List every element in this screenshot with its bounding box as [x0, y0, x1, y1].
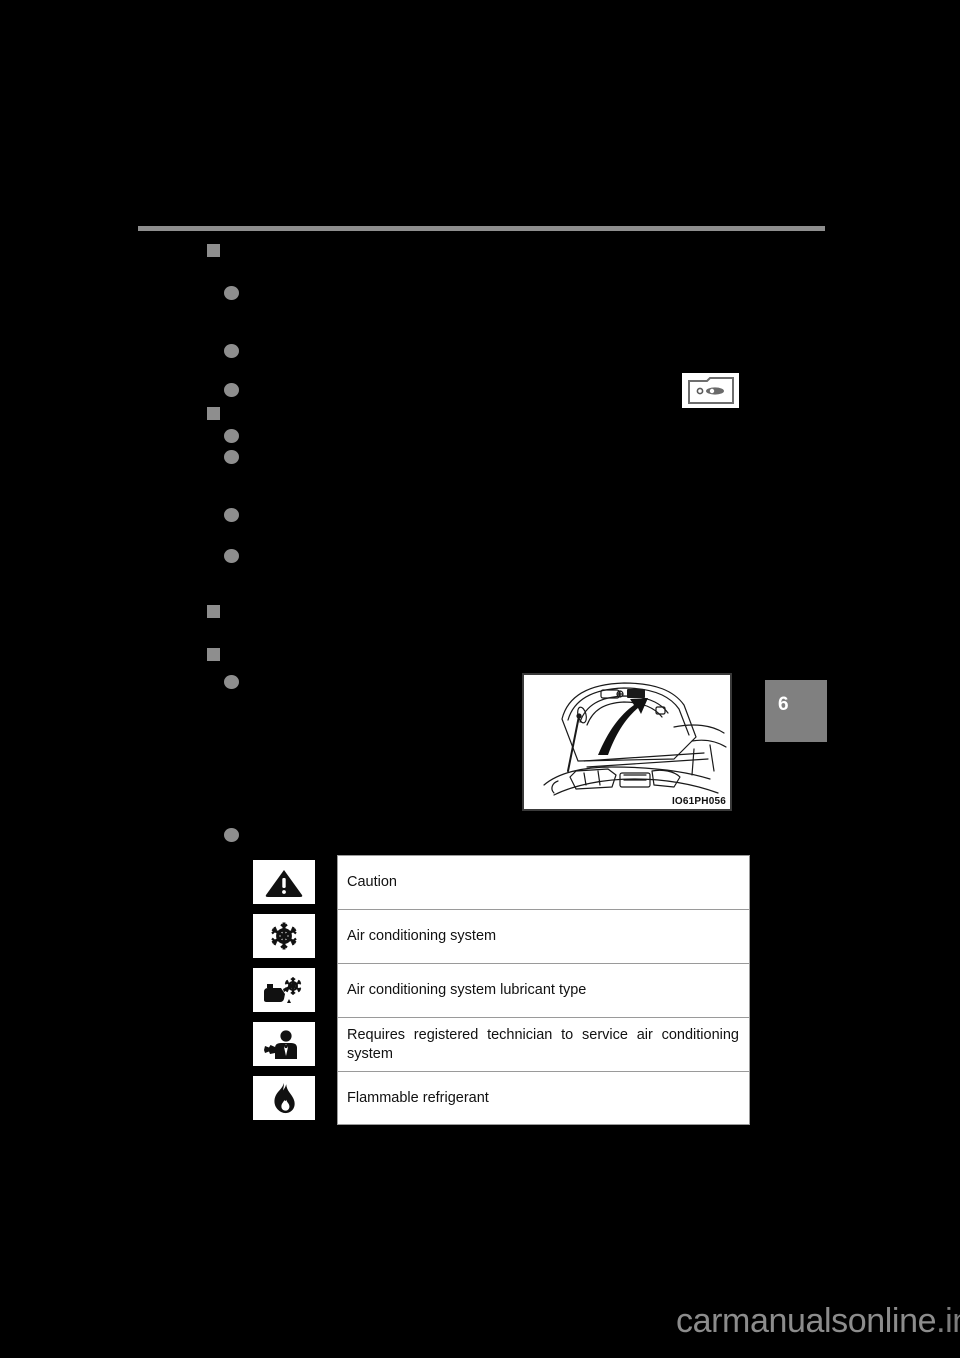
list-bullet-circle [224, 549, 239, 563]
watermark-main: carmanualsonline [676, 1302, 937, 1340]
symbol-description: Air conditioning system [337, 909, 750, 963]
watermark-suffix: .info [936, 1302, 960, 1340]
figure-code: IO61PH056 [671, 796, 726, 807]
section-bullet-square [207, 605, 220, 618]
page-number: 6 [778, 694, 789, 715]
oil-can-snowflake-icon [253, 968, 315, 1012]
symbol-row-spacer [315, 1071, 337, 1125]
symbol-table-row: Flammable refrigerant [253, 1071, 750, 1126]
symbol-row-spacer [315, 909, 337, 963]
symbol-table-row: Air conditioning system [253, 909, 750, 963]
symbol-row-spacer [315, 855, 337, 909]
symbol-description: Caution [337, 855, 750, 909]
manual-page: IO61PH056 6 Caution Air conditioning syst… [0, 0, 960, 1358]
list-bullet-circle [224, 675, 239, 689]
list-bullet-circle [224, 383, 239, 397]
list-bullet-circle [224, 450, 239, 464]
hood-label-sticker-icon [682, 373, 739, 408]
page-number-tab: 6 [765, 680, 827, 742]
list-bullet-circle [224, 429, 239, 443]
symbol-description: Requires registered technician to servic… [337, 1017, 750, 1072]
section-bullet-square [207, 407, 220, 420]
symbol-table-row: Air conditioning system lubricant type [253, 963, 750, 1017]
symbol-description: Flammable refrigerant [337, 1071, 750, 1126]
list-bullet-circle [224, 508, 239, 522]
header-divider [138, 226, 825, 231]
list-bullet-circle [224, 286, 239, 300]
list-bullet-circle [224, 828, 239, 842]
list-bullet-circle [224, 344, 239, 358]
warning-triangle-icon [253, 860, 315, 904]
section-bullet-square [207, 244, 220, 257]
flame-icon [253, 1076, 315, 1121]
site-watermark: carmanualsonline.info [676, 1302, 960, 1341]
symbol-table-row: Requires registered technician to servic… [253, 1017, 750, 1072]
symbol-row-spacer [315, 963, 337, 1017]
symbol-legend-table: Caution Air conditioning system Air condit… [253, 855, 750, 1126]
symbol-description: Air conditioning system lubricant type [337, 963, 750, 1017]
open-hood-figure: IO61PH056 [522, 673, 732, 811]
symbol-row-spacer [315, 1017, 337, 1071]
snowflake-icon [253, 914, 315, 958]
technician-wrench-icon [253, 1022, 315, 1067]
symbol-table-row: Caution [253, 855, 750, 909]
section-bullet-square [207, 648, 220, 661]
